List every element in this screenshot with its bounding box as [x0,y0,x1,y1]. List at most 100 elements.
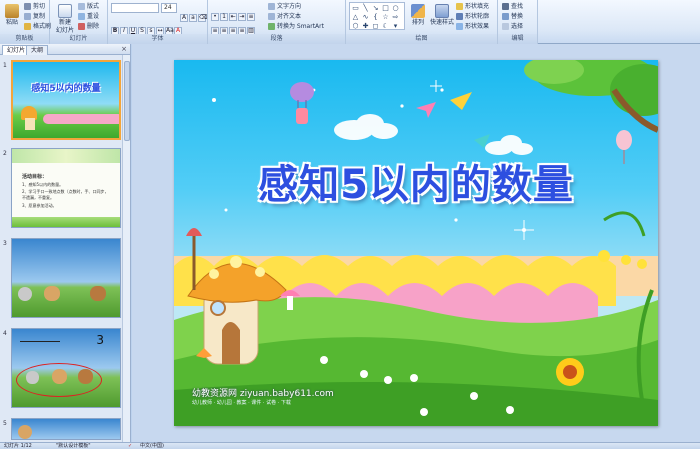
quick-styles-button[interactable]: 快速样式 [430,2,454,32]
thumb-cat-icon [44,286,60,301]
ribbon: 粘贴 剪切 复制 格式刷 剪贴板 新建 幻灯片 版式 重设 删除 幻灯片 24 … [0,0,700,44]
moon-shape-icon[interactable]: ☾ [381,22,390,30]
more-shapes-icon[interactable]: ▾ [391,22,400,30]
delete-icon [78,23,85,30]
oval-shape-icon[interactable]: ○ [391,4,400,12]
delete-button[interactable]: 删除 [78,22,99,31]
sunflower-icon [556,358,584,386]
align-buttons: ≡ ≡ ≡ ≡ ▥ [211,17,256,35]
thumb-title: 感知5以内的数量 [31,84,101,94]
select-button[interactable]: 选择 [502,22,523,31]
rect-shape-icon[interactable]: □ [381,4,390,12]
curve-shape-icon[interactable]: ∿ [361,13,370,21]
thumb-number: 5 [3,420,7,427]
plus-shape-icon[interactable]: ✚ [361,22,370,30]
shape-outline-button[interactable]: 形状轮廓 [456,12,489,21]
watermark-text: 幼教资源网 ziyuan.baby611.com [192,389,334,399]
align-text-button[interactable]: 对齐文本 [268,12,301,21]
thumb-digit: 3 [96,333,104,347]
arrange-icon [411,4,425,18]
slide-canvas[interactable]: 感知5以内的数量 幼教资源网 ziyuan.baby611.com 幼儿教师 ·… [174,60,658,426]
slide-counter: 幻灯片 1/12 [4,443,32,449]
thumb-line: 2、学习手口一致地点数（点数时，手、口同步，不遗漏，不重复。 [22,189,109,200]
font-group: 24 Aa ⌫ B I U Ss ↔ Aa A 字体 [108,0,208,44]
paragraph-label: 段落 [208,34,345,44]
thumb-vine-decoration [12,149,120,163]
format-painter-button[interactable]: 格式刷 [24,22,51,31]
close-panel-icon[interactable]: × [121,45,127,54]
text-direction-icon [268,3,275,10]
scroll-thumb[interactable] [124,61,130,141]
replace-button[interactable]: 替换 [502,12,523,21]
editing-label: 编辑 [498,34,537,44]
layout-button[interactable]: 版式 [78,2,99,11]
find-button[interactable]: 查找 [502,2,523,11]
triangle-shape-icon[interactable]: △ [351,13,360,21]
cut-button[interactable]: 剪切 [24,2,45,11]
thumb-rabbit-icon [26,371,39,384]
thumb-house-icon [25,118,35,130]
tab-outline[interactable]: 大纲 [26,45,49,55]
arrange-button[interactable]: 排列 [408,2,428,32]
reset-button[interactable]: 重设 [78,12,99,21]
rarrow-shape-icon[interactable]: ⇨ [391,13,400,21]
thumb-number: 2 [3,150,7,157]
arrow-shape-icon[interactable]: ↘ [371,4,380,12]
callout-shape-icon[interactable]: ◻ [371,22,380,30]
align-text-icon [268,13,275,20]
quick-styles-icon [435,4,449,18]
font-label: 字体 [108,34,207,44]
slide-thumbnail-3[interactable] [11,238,121,318]
paste-icon [5,4,19,18]
star-shape-icon[interactable]: ☆ [381,13,390,21]
hex-shape-icon[interactable]: ⬡ [351,22,360,30]
thumb-number: 1 [3,62,7,69]
fill-bucket-icon [456,3,463,10]
clipboard-group: 粘贴 剪切 复制 格式刷 剪贴板 [0,0,51,44]
font-size-combo[interactable]: 24 [161,3,177,13]
reset-icon [78,13,85,20]
slide-thumbnail-5[interactable] [11,418,121,440]
copy-icon [24,13,31,20]
slide-title[interactable]: 感知5以内的数量 [174,152,658,210]
smartart-button[interactable]: 转换为 SmartArt [268,22,324,31]
panel-scrollbar[interactable] [122,55,130,442]
binoculars-icon [502,3,509,10]
slide-thumbnail-4[interactable]: 3 [11,328,121,408]
cloud-shape [334,114,533,155]
thumb-line: 1、感知5以内的数量。 [22,182,64,187]
font-name-combo[interactable] [111,3,159,13]
paste-button[interactable]: 粘贴 [2,2,22,32]
shrink-font-icon[interactable]: a [189,14,197,22]
shape-effects-button[interactable]: 形状效果 [456,22,489,31]
replace-icon [502,13,509,20]
pen-outline-icon [456,13,463,20]
brace-shape-icon[interactable]: { [371,13,380,21]
copy-button[interactable]: 复制 [24,12,45,21]
thumb-dog-icon [90,286,106,301]
list-buttons: • 1 ⇤ ⇥ ≡ [211,3,256,21]
textbox-shape-icon[interactable]: ▭ [351,4,360,12]
line-shape-icon[interactable]: ╲ [361,4,370,12]
slides-label: 幻灯片 [50,34,107,44]
font-size-buttons: Aa ⌫ [180,4,207,22]
text-direction-button[interactable]: 文字方向 [268,2,301,11]
spellcheck-icon: ✓ [128,443,133,449]
slide-thumbnail-2[interactable]: 活动目标： 1、感知5以内的数量。 2、学习手口一致地点数（点数时，手、口同步，… [11,148,121,228]
new-slide-icon [58,4,72,18]
cursor-select-icon [502,23,509,30]
shape-fill-button[interactable]: 形状填充 [456,2,489,11]
drawing-group: ▭ ╲ ↘ □ ○ △ ∿{☆ ⇨ ⬡ ✚ ◻ ☾ ▾ 排列 快速样式 形状填充 形状轮廓 形状效果… [346,0,498,44]
thumb-cat-icon [52,369,67,384]
panel-tabs: 幻灯片 大纲 × [0,44,130,55]
balloon-icon [290,82,314,124]
thumb-grass-decoration [12,217,120,227]
slide-artwork [174,60,658,426]
new-slide-button[interactable]: 新建 幻灯片 [53,2,77,34]
paragraph-group: • 1 ⇤ ⇥ ≡ ≡ ≡ ≡ ≡ ▥ 文字方向 对齐文本 转换为 SmartArt 段落 [208,0,346,44]
shapes-gallery[interactable]: ▭ ╲ ↘ □ ○ △ ∿{☆ ⇨ ⬡ ✚ ◻ ☾ ▾ [349,2,405,30]
language-indicator[interactable]: 中文(中国) [140,443,164,449]
clear-format-icon[interactable]: ⌫ [198,14,207,22]
thumb-cloud-shape [43,114,119,124]
slide-thumbnail-1[interactable]: 感知5以内的数量 [11,60,121,140]
